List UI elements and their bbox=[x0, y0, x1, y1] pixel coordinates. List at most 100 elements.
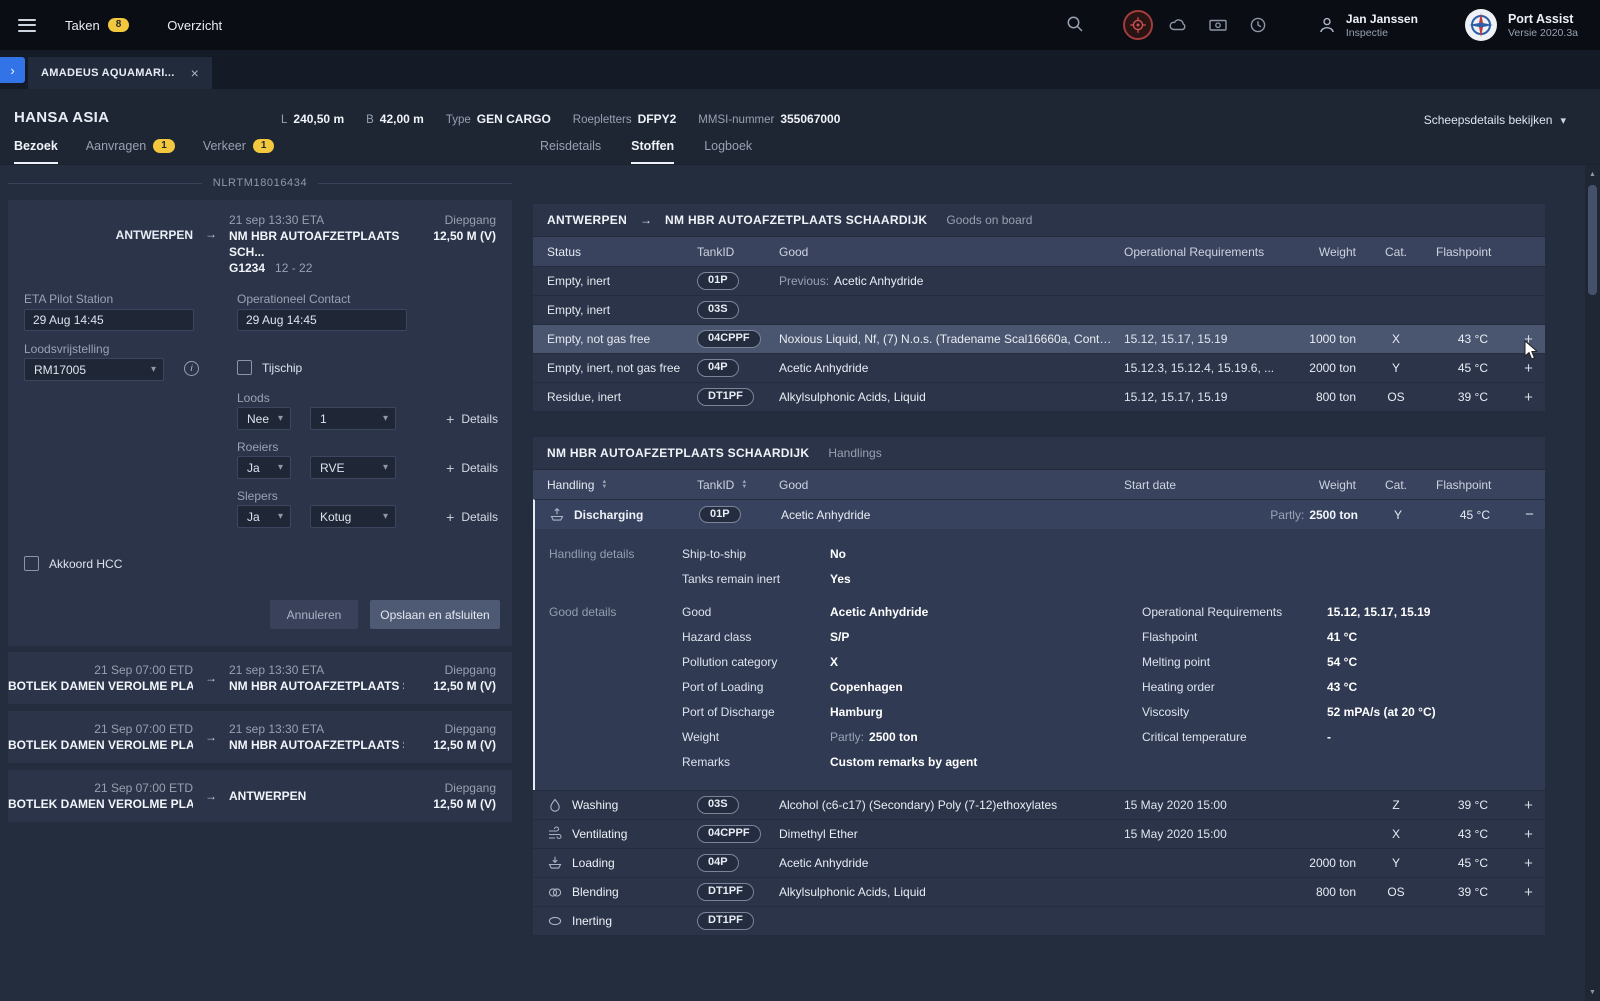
expand-row-button[interactable]: + bbox=[1512, 856, 1545, 871]
expand-row-button[interactable]: + bbox=[1512, 390, 1545, 405]
eta-pilot-label: ETA Pilot Station bbox=[24, 292, 113, 306]
leg-eta: 21 sep 13:30 ETA bbox=[229, 212, 404, 228]
plus-icon: + bbox=[446, 411, 454, 427]
leg-from: ANTWERPEN bbox=[8, 212, 193, 242]
handlings-section: NM HBR AUTOAFZETPLAATS SCHAARDIJK Handli… bbox=[533, 437, 1545, 935]
sort-tankid[interactable]: TankID▲▼ bbox=[697, 478, 779, 492]
slepers-company-select[interactable]: Kotug▾ bbox=[310, 505, 396, 528]
scroll-up-icon[interactable]: ▲ bbox=[1585, 167, 1600, 181]
user-menu[interactable]: Jan Janssen Inspectie bbox=[1317, 12, 1418, 39]
visit-reference: NLRTM18016434 bbox=[8, 177, 512, 189]
plus-icon: + bbox=[446, 509, 454, 525]
tijschip-label: Tijschip bbox=[262, 361, 302, 375]
tijschip-checkbox[interactable]: Tijschip bbox=[237, 360, 302, 375]
vertical-scrollbar[interactable]: ▲ ▼ bbox=[1585, 165, 1600, 1001]
expand-row-button[interactable]: + bbox=[1512, 885, 1545, 900]
blending-icon bbox=[547, 884, 563, 900]
expand-row-button[interactable]: + bbox=[1512, 332, 1545, 347]
handling-row-inerting[interactable]: Inerting DT1PF bbox=[533, 906, 1545, 935]
alerts-button[interactable] bbox=[1123, 10, 1153, 40]
loods-count-select[interactable]: 1▾ bbox=[310, 407, 396, 430]
handling-row-ventilating[interactable]: Ventilating 04CPPF Dimethyl Ether 15 May… bbox=[533, 819, 1545, 848]
goods-row[interactable]: Empty, inert 03S bbox=[533, 295, 1545, 324]
expand-row-button[interactable]: + bbox=[1512, 827, 1545, 842]
slepers-details-link[interactable]: +Details bbox=[446, 509, 498, 525]
tab-logboek[interactable]: Logboek bbox=[704, 139, 752, 164]
expand-row-button[interactable]: + bbox=[1512, 798, 1545, 813]
handling-row-blending[interactable]: Blending DT1PF Alkylsulphonic Acids, Liq… bbox=[533, 877, 1545, 906]
exemption-select[interactable]: RM17005▾ bbox=[24, 358, 164, 381]
loods-select[interactable]: Nee▾ bbox=[237, 407, 291, 430]
arrow-right-icon: → bbox=[193, 212, 229, 241]
nav-taken[interactable]: Taken 8 bbox=[65, 18, 129, 33]
roeiers-company-select[interactable]: RVE▾ bbox=[310, 456, 396, 479]
visit-form-card: ANTWERPEN → 21 sep 13:30 ETA NM HBR AUTO… bbox=[8, 200, 512, 646]
tab-reisdetails[interactable]: Reisdetails bbox=[540, 139, 601, 164]
arrow-right-icon: → bbox=[193, 789, 229, 803]
goods-row-highlighted[interactable]: Empty, not gas free 04CPPF Noxious Liqui… bbox=[533, 324, 1545, 353]
collapse-row-button[interactable]: − bbox=[1514, 507, 1545, 522]
cloud-button[interactable] bbox=[1163, 10, 1193, 40]
chevron-right-icon: › bbox=[10, 63, 14, 78]
arrow-right-icon: → bbox=[640, 213, 652, 227]
tank-id-pill: 04P bbox=[697, 359, 739, 377]
handling-details-panel: Handling details Ship-to-ship No Tanks r… bbox=[533, 529, 1545, 790]
expand-row-button[interactable]: + bbox=[1512, 361, 1545, 376]
handling-row-washing[interactable]: Washing 03S Alcohol (c6-c17) (Secondary)… bbox=[533, 790, 1545, 819]
tank-id-pill: 03S bbox=[697, 796, 739, 814]
leg-card[interactable]: 21 Sep 07:00 ETDBOTLEK DAMEN VEROLME PLA… bbox=[8, 711, 512, 763]
tab-bezoek[interactable]: Bezoek bbox=[14, 139, 58, 164]
eta-pilot-input[interactable] bbox=[24, 309, 194, 331]
leg-card[interactable]: 21 Sep 07:00 ETDBOTLEK DAMEN VEROLME PLA… bbox=[8, 770, 512, 822]
menu-icon[interactable] bbox=[18, 19, 36, 32]
roeiers-select[interactable]: Ja▾ bbox=[237, 456, 291, 479]
slepers-label: Slepers bbox=[237, 489, 278, 503]
sort-icon: ▲▼ bbox=[601, 480, 607, 490]
akkoord-hcc-checkbox[interactable]: Akkoord HCC bbox=[24, 556, 122, 571]
nav-overzicht[interactable]: Overzicht bbox=[167, 18, 222, 33]
tab-verkeer[interactable]: Verkeer1 bbox=[203, 139, 275, 164]
tab-aanvragen[interactable]: Aanvragen1 bbox=[86, 139, 175, 164]
leg-to: NM HBR AUTOAFZETPLAATS SCH... bbox=[229, 228, 404, 260]
goods-row[interactable]: Empty, inert 01P Previous:Acetic Anhydri… bbox=[533, 266, 1545, 295]
info-icon[interactable]: i bbox=[184, 361, 199, 376]
ship-details-link[interactable]: Scheepsdetails bekijken ▾ bbox=[1424, 113, 1566, 127]
loods-details-link[interactable]: +Details bbox=[446, 411, 498, 427]
operational-contact-label: Operationeel Contact bbox=[237, 292, 350, 306]
close-icon[interactable]: × bbox=[191, 65, 199, 81]
discharging-icon bbox=[549, 507, 565, 523]
cancel-button[interactable]: Annuleren bbox=[270, 600, 358, 629]
payments-button[interactable] bbox=[1203, 10, 1233, 40]
tank-id-pill: 04CPPF bbox=[697, 825, 761, 843]
checkbox-box bbox=[24, 556, 39, 571]
sort-handling[interactable]: Handling▲▼ bbox=[533, 478, 697, 492]
tank-id-pill: 04CPPF bbox=[697, 330, 761, 348]
goods-row[interactable]: Residue, inert DT1PF Alkylsulphonic Acid… bbox=[533, 382, 1545, 411]
handling-row-discharging[interactable]: Discharging 01P Acetic Anhydride Partly:… bbox=[533, 499, 1545, 529]
document-tab[interactable]: AMADEUS AQUAMARI... × bbox=[28, 57, 212, 89]
leg-destination: 21 sep 13:30 ETA NM HBR AUTOAFZETPLAATS … bbox=[229, 212, 404, 276]
leg-card[interactable]: 21 Sep 07:00 ETDBOTLEK DAMEN VEROLME PLA… bbox=[8, 652, 512, 704]
aanvragen-badge: 1 bbox=[153, 139, 175, 153]
scrollbar-thumb[interactable] bbox=[1588, 185, 1597, 295]
tank-id-pill: 04P bbox=[697, 854, 739, 872]
slepers-select[interactable]: Ja▾ bbox=[237, 505, 291, 528]
operational-contact-input[interactable] bbox=[237, 309, 407, 331]
handlings-table-header: Handling▲▼ TankID▲▼ Good Start date Weig… bbox=[533, 470, 1545, 499]
tab-stoffen[interactable]: Stoffen bbox=[631, 139, 674, 164]
save-close-button[interactable]: Opslaan en afsluiten bbox=[370, 600, 500, 629]
overzicht-label: Overzicht bbox=[167, 18, 222, 33]
history-button[interactable] bbox=[1243, 10, 1273, 40]
chevron-down-icon: ▾ bbox=[151, 364, 156, 375]
user-name: Jan Janssen bbox=[1346, 12, 1418, 26]
search-button[interactable] bbox=[1065, 14, 1085, 37]
goods-section-header: ANTWERPEN → NM HBR AUTOAFZETPLAATS SCHAA… bbox=[533, 204, 1545, 237]
expand-panel-button[interactable]: › bbox=[0, 57, 25, 83]
search-icon bbox=[1065, 14, 1085, 34]
document-tab-label: AMADEUS AQUAMARI... bbox=[41, 67, 175, 79]
roeiers-details-link[interactable]: +Details bbox=[446, 460, 498, 476]
goods-row[interactable]: Empty, inert, not gas free 04P Acetic An… bbox=[533, 353, 1545, 382]
ship-attr-mmsi: MMSI-nummer355067000 bbox=[698, 112, 840, 126]
scroll-down-icon[interactable]: ▼ bbox=[1585, 985, 1600, 999]
handling-row-loading[interactable]: Loading 04P Acetic Anhydride 2000 ton Y … bbox=[533, 848, 1545, 877]
